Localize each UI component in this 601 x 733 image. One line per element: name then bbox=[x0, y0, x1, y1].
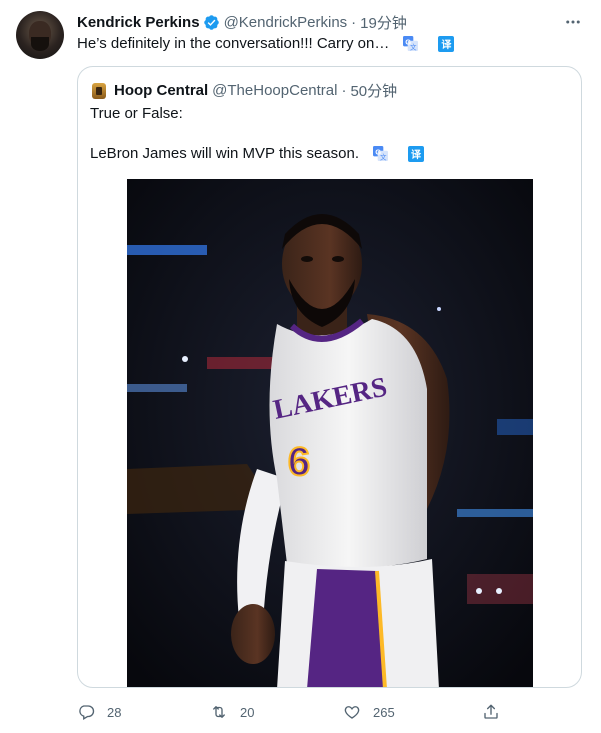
reply-icon bbox=[79, 705, 95, 720]
quoted-avatar bbox=[92, 82, 106, 99]
tweet-header: Kendrick Perkins @KendrickPerkins · 19分钟 bbox=[77, 12, 407, 32]
separator-dot: · bbox=[351, 13, 357, 31]
retweet-button[interactable]: 20 bbox=[210, 700, 254, 724]
quoted-author-name: Hoop Central bbox=[114, 82, 209, 99]
svg-text:文: 文 bbox=[410, 43, 417, 51]
author-handle[interactable]: @KendrickPerkins bbox=[224, 14, 348, 31]
avatar-beard bbox=[31, 37, 49, 51]
svg-text:文: 文 bbox=[380, 153, 387, 161]
quoted-timestamp: 50分钟 bbox=[350, 83, 398, 100]
tweet-text: He’s definitely in the conversation!!! C… bbox=[77, 35, 390, 52]
timestamp[interactable]: 19分钟 bbox=[360, 12, 407, 33]
like-count: 265 bbox=[373, 704, 395, 720]
quoted-text-line2: LeBron James will win MVP this season. bbox=[90, 145, 360, 162]
retweet-count: 20 bbox=[240, 704, 255, 720]
more-icon[interactable] bbox=[563, 12, 583, 32]
quoted-text-line2-row: LeBron James will win MVP this season. G… bbox=[90, 145, 425, 162]
translate-icon[interactable]: G 文 bbox=[403, 36, 419, 51]
tweet-actions: 28 20 265 bbox=[77, 700, 507, 724]
quoted-header: Hoop Central @TheHoopCentral · 50分钟 bbox=[92, 80, 397, 101]
quoted-translate-badge[interactable]: 译 bbox=[408, 145, 425, 162]
tweet-photo[interactable]: LAKERS 6 bbox=[127, 179, 533, 687]
translate-badge[interactable]: 译 bbox=[438, 35, 455, 52]
author-name[interactable]: Kendrick Perkins bbox=[77, 14, 200, 31]
quoted-tweet[interactable]: Hoop Central @TheHoopCentral · 50分钟 True… bbox=[77, 66, 582, 688]
basketball-player-image: LAKERS 6 bbox=[127, 179, 533, 687]
quoted-author-handle: @TheHoopCentral bbox=[212, 82, 338, 99]
quoted-translate-icon[interactable]: G 文 bbox=[373, 146, 389, 161]
quoted-separator-dot: · bbox=[341, 82, 347, 99]
verified-badge-icon bbox=[203, 14, 219, 30]
reply-button[interactable]: 28 bbox=[77, 700, 121, 724]
like-icon bbox=[344, 706, 360, 719]
like-button[interactable]: 265 bbox=[343, 700, 395, 724]
avatar[interactable] bbox=[16, 11, 64, 59]
quoted-text-line1: True or False: bbox=[90, 105, 183, 122]
share-icon bbox=[484, 704, 498, 719]
share-button[interactable] bbox=[482, 700, 500, 724]
retweet-icon bbox=[213, 706, 225, 718]
tweet-body: He’s definitely in the conversation!!! C… bbox=[77, 35, 455, 52]
reply-count: 28 bbox=[107, 704, 122, 720]
jersey-number: 6 bbox=[288, 440, 310, 484]
